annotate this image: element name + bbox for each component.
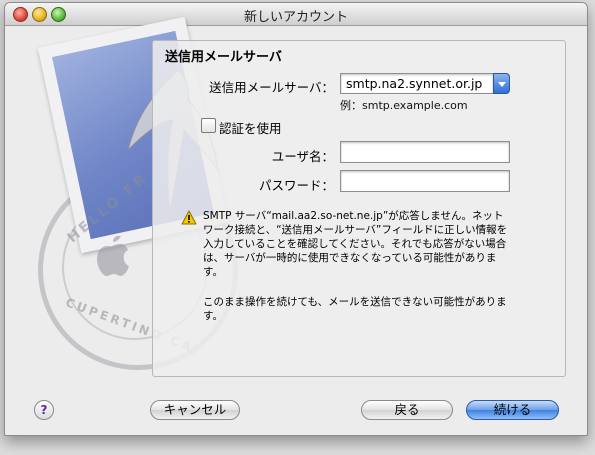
title-bar: 新しいアカウント — [5, 3, 587, 26]
use-authentication-checkbox[interactable] — [201, 118, 216, 133]
warning-icon — [181, 210, 197, 225]
back-button[interactable]: 戻る — [361, 400, 453, 420]
help-button[interactable]: ? — [34, 400, 54, 420]
cancel-button[interactable]: キャンセル — [150, 400, 240, 420]
section-title: 送信用メールサーバ — [165, 50, 282, 65]
warning-message: SMTP サーバ“mail.aa2.so-net.ne.jp”が応答しません。ネ… — [203, 210, 508, 278]
apple-logo-icon — [97, 235, 129, 276]
smtp-example-text: 例：smtp.example.com — [340, 99, 468, 112]
smtp-server-label: 送信用メールサーバ： — [209, 80, 334, 95]
use-authentication-label: 認証を使用 — [219, 121, 282, 136]
window-title: 新しいアカウント — [243, 10, 348, 25]
password-field[interactable] — [340, 170, 510, 192]
smtp-server-dropdown-button[interactable] — [493, 73, 510, 94]
continue-button[interactable]: 続ける — [466, 400, 559, 420]
warning-note: このまま操作を続けても、メールを送信できない可能性があります。 — [203, 296, 507, 322]
smtp-server-combo-field[interactable] — [340, 73, 494, 94]
password-label: パスワード： — [258, 178, 334, 193]
username-field[interactable] — [340, 141, 510, 163]
username-label: ユーザ名： — [271, 149, 334, 164]
